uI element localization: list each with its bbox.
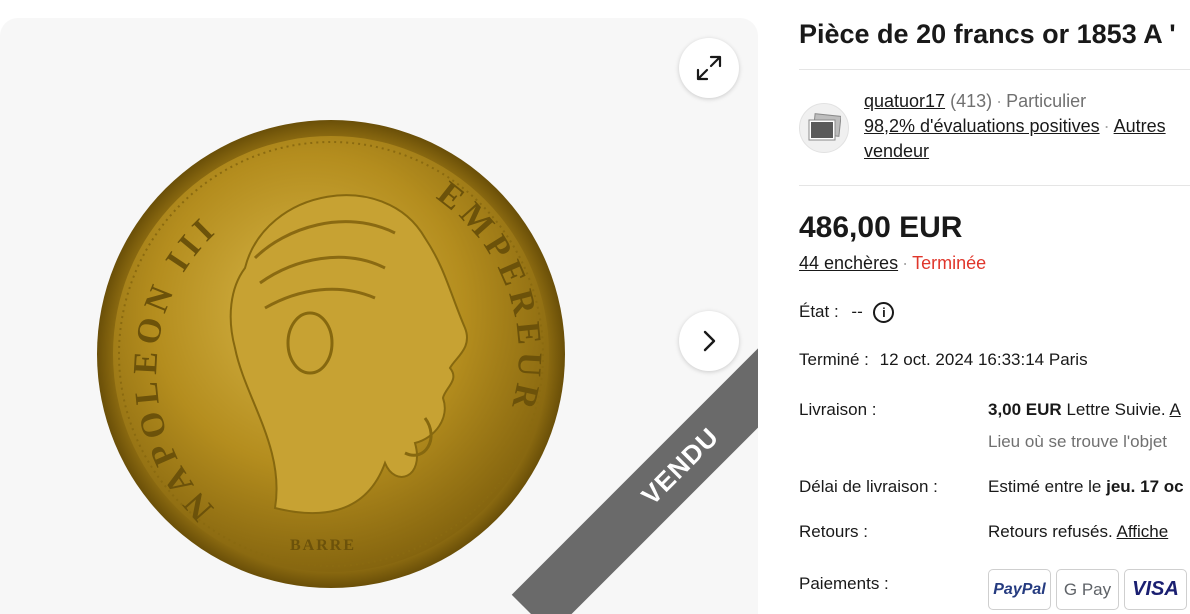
info-icon[interactable]: i	[873, 302, 895, 324]
chevron-right-icon	[703, 330, 716, 352]
paypal-badge: PayPal	[988, 569, 1051, 610]
visa-text: VISA	[1132, 578, 1179, 600]
condition-label: État :	[799, 302, 839, 321]
delivery-prefix: Estimé entre le	[988, 477, 1102, 496]
returns-label: Retours :	[799, 522, 868, 541]
expand-arrows-icon	[696, 55, 722, 81]
shipping-value: 3,00 EUR Lettre Suivie. A	[988, 400, 1181, 420]
delivery-value: Estimé entre le jeu. 17 oc	[988, 477, 1184, 497]
ended-status: Terminée	[912, 253, 987, 273]
condition-row: État : -- i	[799, 302, 895, 324]
listing-title: Pièce de 20 francs or 1853 A '	[799, 19, 1176, 49]
seller-avatar[interactable]	[799, 103, 849, 153]
google-pay-badge: G Pay	[1056, 569, 1119, 610]
bids-line: 44 enchères · Terminée	[799, 253, 986, 274]
coin-engraver: BARRE	[290, 537, 356, 554]
final-price: 486,00 EUR	[799, 211, 963, 244]
seller-info-line: quatuor17 (413) · Particulier	[864, 91, 1086, 112]
seller-word-line: vendeur	[864, 141, 929, 162]
shipping-price: 3,00 EUR	[988, 400, 1062, 419]
returns-value: Retours refusés. Affiche	[988, 522, 1168, 542]
shipping-method: Lettre Suivie.	[1066, 400, 1166, 419]
ended-date-label: Terminé :	[799, 350, 869, 369]
bids-link[interactable]: 44 enchères	[799, 253, 898, 273]
delivery-date: jeu. 17 oc	[1106, 477, 1184, 496]
coin-image[interactable]: NAPOLEON III EMPEREUR BARRE	[95, 118, 567, 590]
seller-word-link[interactable]: vendeur	[864, 141, 929, 161]
condition-value: --	[851, 302, 863, 321]
coin-illustration: NAPOLEON III EMPEREUR BARRE	[97, 120, 565, 588]
delivery-label: Délai de livraison :	[799, 477, 938, 496]
listing-details-panel: Pièce de 20 francs or 1853 A ' quatuor17…	[799, 0, 1190, 614]
payment-methods: PayPal G Pay VISA	[988, 569, 1187, 610]
seller-feedback-line: 98,2% d'évaluations positives · Autres	[864, 116, 1166, 137]
ended-date-row: Terminé : 12 oct. 2024 16:33:14 Paris	[799, 350, 1088, 370]
divider	[799, 185, 1190, 186]
returns-details-link[interactable]: Affiche	[1117, 522, 1169, 541]
returns-policy: Retours refusés.	[988, 522, 1113, 541]
divider	[799, 69, 1190, 70]
feedback-link[interactable]: 98,2% d'évaluations positives	[864, 116, 1100, 136]
payments-label: Paiements :	[799, 574, 889, 593]
separator-dot: ·	[1103, 116, 1110, 136]
other-items-link[interactable]: Autres	[1114, 116, 1166, 136]
ended-date-value: 12 oct. 2024 16:33:14 Paris	[879, 350, 1088, 369]
photo-placeholder-icon	[808, 113, 841, 141]
paypal-text: PayPal	[993, 580, 1046, 598]
visa-badge: VISA	[1124, 569, 1187, 610]
google-pay-text: G Pay	[1063, 579, 1112, 599]
next-image-button[interactable]	[679, 311, 739, 371]
shipping-label: Livraison :	[799, 400, 877, 419]
image-gallery: NAPOLEON III EMPEREUR BARRE VENDU	[0, 18, 758, 614]
seller-count: (413)	[950, 91, 993, 111]
sold-label: VENDU	[635, 421, 725, 511]
seller-type: Particulier	[1006, 91, 1087, 111]
separator-dot: ·	[902, 253, 909, 273]
separator-dot: ·	[996, 91, 1003, 111]
shipping-more-link[interactable]: A	[1169, 400, 1180, 419]
item-location: Lieu où se trouve l'objet	[988, 432, 1168, 451]
seller-name-link[interactable]: quatuor17	[864, 91, 945, 111]
expand-image-button[interactable]	[679, 38, 739, 98]
